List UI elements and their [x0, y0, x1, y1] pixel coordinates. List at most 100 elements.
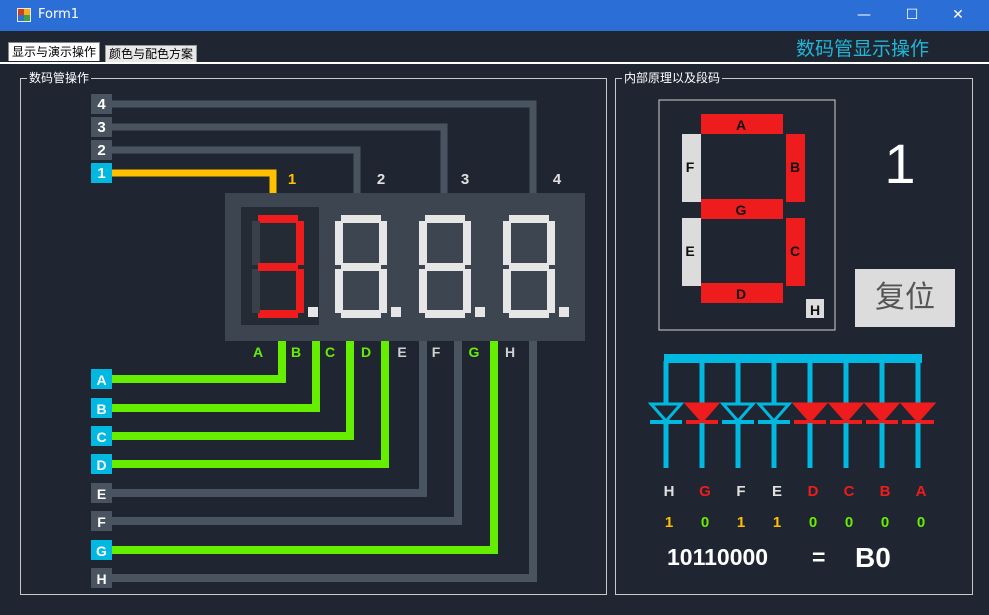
digit-1-segment-E — [252, 269, 260, 313]
led-diode-H — [647, 402, 685, 424]
digit-3-segment-B — [463, 221, 471, 265]
bit-value-H: 1 — [665, 514, 673, 531]
digit-1-segment-A — [258, 215, 298, 223]
digit-3-segment-F — [419, 221, 427, 265]
segment-button-label-C: C — [96, 429, 106, 445]
digit-3-segment-A — [425, 215, 465, 223]
diagram-segment-label-C: C — [790, 243, 800, 259]
bit-value-E: 1 — [773, 514, 781, 531]
bit-value-D: 0 — [809, 514, 817, 531]
client-area: 显示与演示操作 颜色与配色方案 数码管显示操作 数码管操作 内部原理以及段码 4… — [0, 31, 989, 615]
digit-2-segment-G — [341, 263, 381, 271]
digit-2-segment-B — [379, 221, 387, 265]
bit-segment-label-D: D — [808, 483, 819, 500]
diagram-segment-label-B: B — [790, 159, 800, 175]
digit-column-label-2: 2 — [377, 171, 385, 188]
pin-label-D: D — [361, 344, 371, 360]
minimize-button[interactable]: — — [841, 0, 887, 31]
digit-1-segment-G — [258, 263, 298, 271]
led-diode-A — [899, 402, 937, 424]
segment-wire-D — [112, 341, 389, 468]
digit-1-segment-D — [258, 310, 298, 318]
digit-column-label-3: 3 — [461, 171, 469, 188]
pin-label-C: C — [325, 344, 335, 360]
digit-4-segment-D — [509, 310, 549, 318]
digit-select-label-2: 2 — [97, 142, 105, 159]
pin-label-G: G — [469, 344, 480, 360]
led-diode-E — [755, 402, 793, 424]
digit-select-label-1: 1 — [97, 165, 105, 182]
bit-value-A: 0 — [917, 514, 925, 531]
digit-4-segment-B — [547, 221, 555, 265]
bit-segment-label-H: H — [664, 483, 675, 500]
digit-3-segment-E — [419, 269, 427, 313]
digit-2-segment-A — [341, 215, 381, 223]
digit-column-label-4: 4 — [553, 171, 562, 188]
bit-segment-label-F: F — [736, 483, 745, 500]
digit-column-label-1: 1 — [288, 171, 296, 188]
digit-3-segment-G — [425, 263, 465, 271]
pin-label-A: A — [253, 344, 263, 360]
digit-2-segment-E — [335, 269, 343, 313]
current-digit-value: 1 — [884, 132, 916, 195]
digit-3-segment-D — [425, 310, 465, 318]
led-diode-C — [827, 402, 865, 424]
binary-value: 10110000 — [667, 544, 769, 570]
digit-1-segment-H — [308, 307, 318, 317]
led-diode-B — [863, 402, 901, 424]
bit-value-F: 1 — [737, 514, 745, 531]
diagram-segment-label-D: D — [736, 286, 746, 302]
pin-label-E: E — [397, 344, 406, 360]
digit-4-segment-F — [503, 221, 511, 265]
digit-1-segment-C — [296, 269, 304, 313]
digit-1-segment-B — [296, 221, 304, 265]
segment-button-label-A: A — [96, 372, 106, 388]
diagram-segment-label-H: H — [810, 302, 820, 318]
digit-4-segment-E — [503, 269, 511, 313]
pin-label-H: H — [505, 344, 515, 360]
led-diode-F — [719, 402, 757, 424]
segment-button-label-B: B — [96, 401, 106, 417]
app-icon — [17, 8, 31, 22]
digit-select-label-3: 3 — [97, 119, 105, 136]
digit-2-segment-H — [391, 307, 401, 317]
digit-wire-3 — [112, 123, 448, 193]
close-button[interactable]: ✕ — [935, 0, 981, 31]
diagram-segment-label-F: F — [686, 159, 695, 175]
diagram-segment-label-A: A — [736, 117, 746, 133]
digit-4-segment-H — [559, 307, 569, 317]
bit-segment-label-E: E — [772, 483, 782, 500]
digit-wire-1 — [112, 169, 277, 193]
digit-2-segment-C — [379, 269, 387, 313]
segment-button-label-G: G — [96, 543, 107, 559]
digit-2-segment-D — [341, 310, 381, 318]
diagram-segment-label-G: G — [736, 202, 747, 218]
bit-value-C: 0 — [845, 514, 853, 531]
reset-button[interactable]: 复位 — [855, 269, 955, 327]
diagram-segment-label-E: E — [685, 243, 694, 259]
title-bar: Form1 — ☐ ✕ — [0, 0, 989, 31]
digit-3-segment-H — [475, 307, 485, 317]
hex-value: B0 — [855, 542, 891, 573]
bit-segment-label-G: G — [699, 483, 711, 500]
segment-button-label-H: H — [96, 571, 106, 587]
digit-4-segment-G — [509, 263, 549, 271]
segment-button-label-D: D — [96, 457, 106, 473]
bit-value-G: 0 — [701, 514, 709, 531]
digit-3-segment-C — [463, 269, 471, 313]
bit-segment-label-C: C — [844, 483, 855, 500]
digit-4-segment-A — [509, 215, 549, 223]
digit-4-segment-C — [547, 269, 555, 313]
digit-1-segment-F — [252, 221, 260, 265]
pin-label-B: B — [291, 344, 301, 360]
segment-button-label-F: F — [97, 514, 106, 530]
led-diode-D — [791, 402, 829, 424]
bit-segment-label-B: B — [880, 483, 891, 500]
bit-value-B: 0 — [881, 514, 889, 531]
bit-segment-label-A: A — [916, 483, 927, 500]
digit-2-segment-F — [335, 221, 343, 265]
display-canvas: 4321 1 2 3 4A B C D E F G HABCDEFGHABCDEFGHH1G0F1E1… — [91, 94, 937, 588]
maximize-button[interactable]: ☐ — [889, 0, 935, 31]
digit-select-label-4: 4 — [97, 96, 106, 113]
window-title: Form1 — [38, 7, 80, 22]
